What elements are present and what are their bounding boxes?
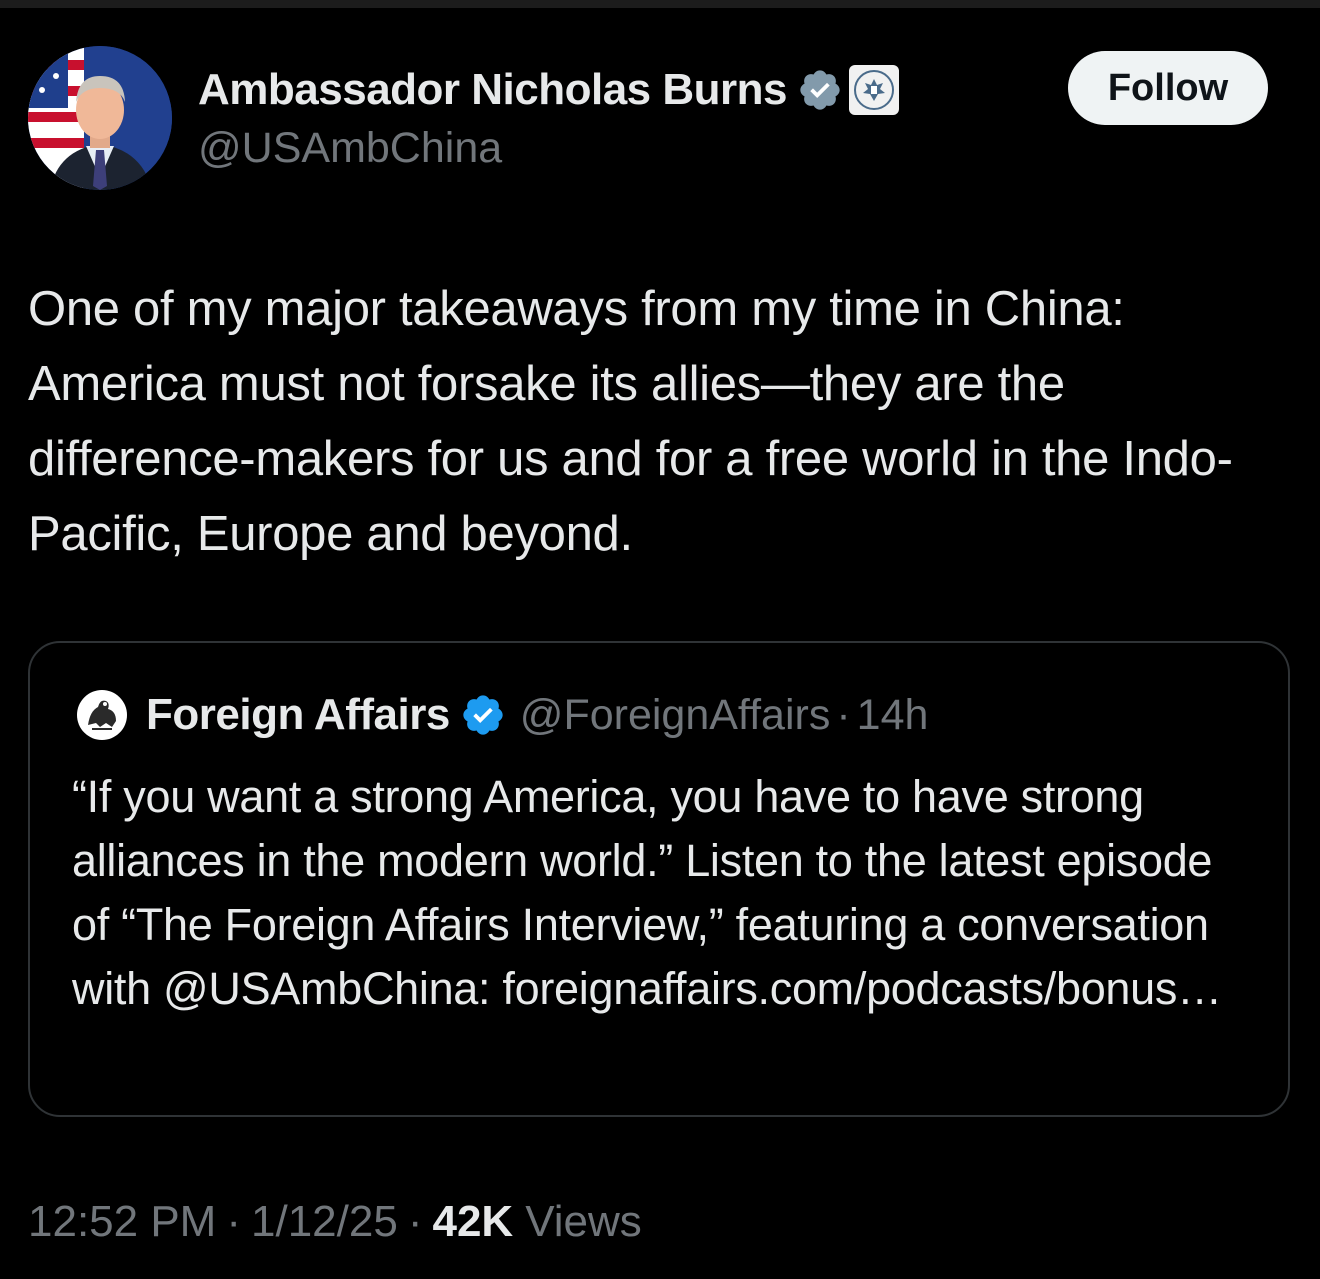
quoted-separator: ·	[836, 690, 851, 739]
author-display-name[interactable]: Ambassador Nicholas Burns	[198, 65, 788, 115]
quoted-display-name[interactable]: Foreign Affairs	[146, 690, 450, 740]
meta-separator: ·	[407, 1197, 423, 1246]
tweet-time[interactable]: 12:52 PM	[28, 1197, 216, 1247]
top-bar	[0, 0, 1320, 8]
quoted-tweet-header: Foreign Affairs @ForeignAffairs · 14h	[76, 687, 928, 743]
us-state-dept-seal-icon[interactable]	[849, 65, 899, 115]
follow-button[interactable]: Follow	[1068, 51, 1268, 125]
quoted-tweet-card[interactable]: Foreign Affairs @ForeignAffairs · 14h “I…	[28, 641, 1290, 1117]
author-name-row: Ambassador Nicholas Burns	[198, 62, 899, 118]
seal-image	[854, 70, 894, 110]
views-count[interactable]: 42K	[432, 1197, 513, 1247]
meta-separator: ·	[226, 1197, 241, 1246]
verified-badge-blue-icon[interactable]	[460, 692, 506, 738]
verified-badge-icon[interactable]	[797, 67, 843, 113]
tweet-text: One of my major takeaways from my time i…	[28, 282, 1233, 561]
quoted-handle[interactable]: @ForeignAffairs	[520, 691, 831, 740]
foreign-affairs-logo-icon[interactable]	[76, 689, 128, 741]
tweet-date[interactable]: 1/12/25	[251, 1197, 398, 1247]
tweet-meta: 12:52 PM · 1/12/25 · 42K Views	[28, 1194, 642, 1250]
quoted-timestamp[interactable]: 14h	[857, 691, 929, 740]
author-handle[interactable]: @USAmbChina	[198, 124, 502, 173]
quoted-tweet-text: “If you want a strong America, you have …	[72, 771, 1222, 1014]
avatar[interactable]	[28, 46, 172, 190]
avatar-image	[28, 46, 172, 190]
views-label[interactable]: Views	[525, 1197, 642, 1247]
